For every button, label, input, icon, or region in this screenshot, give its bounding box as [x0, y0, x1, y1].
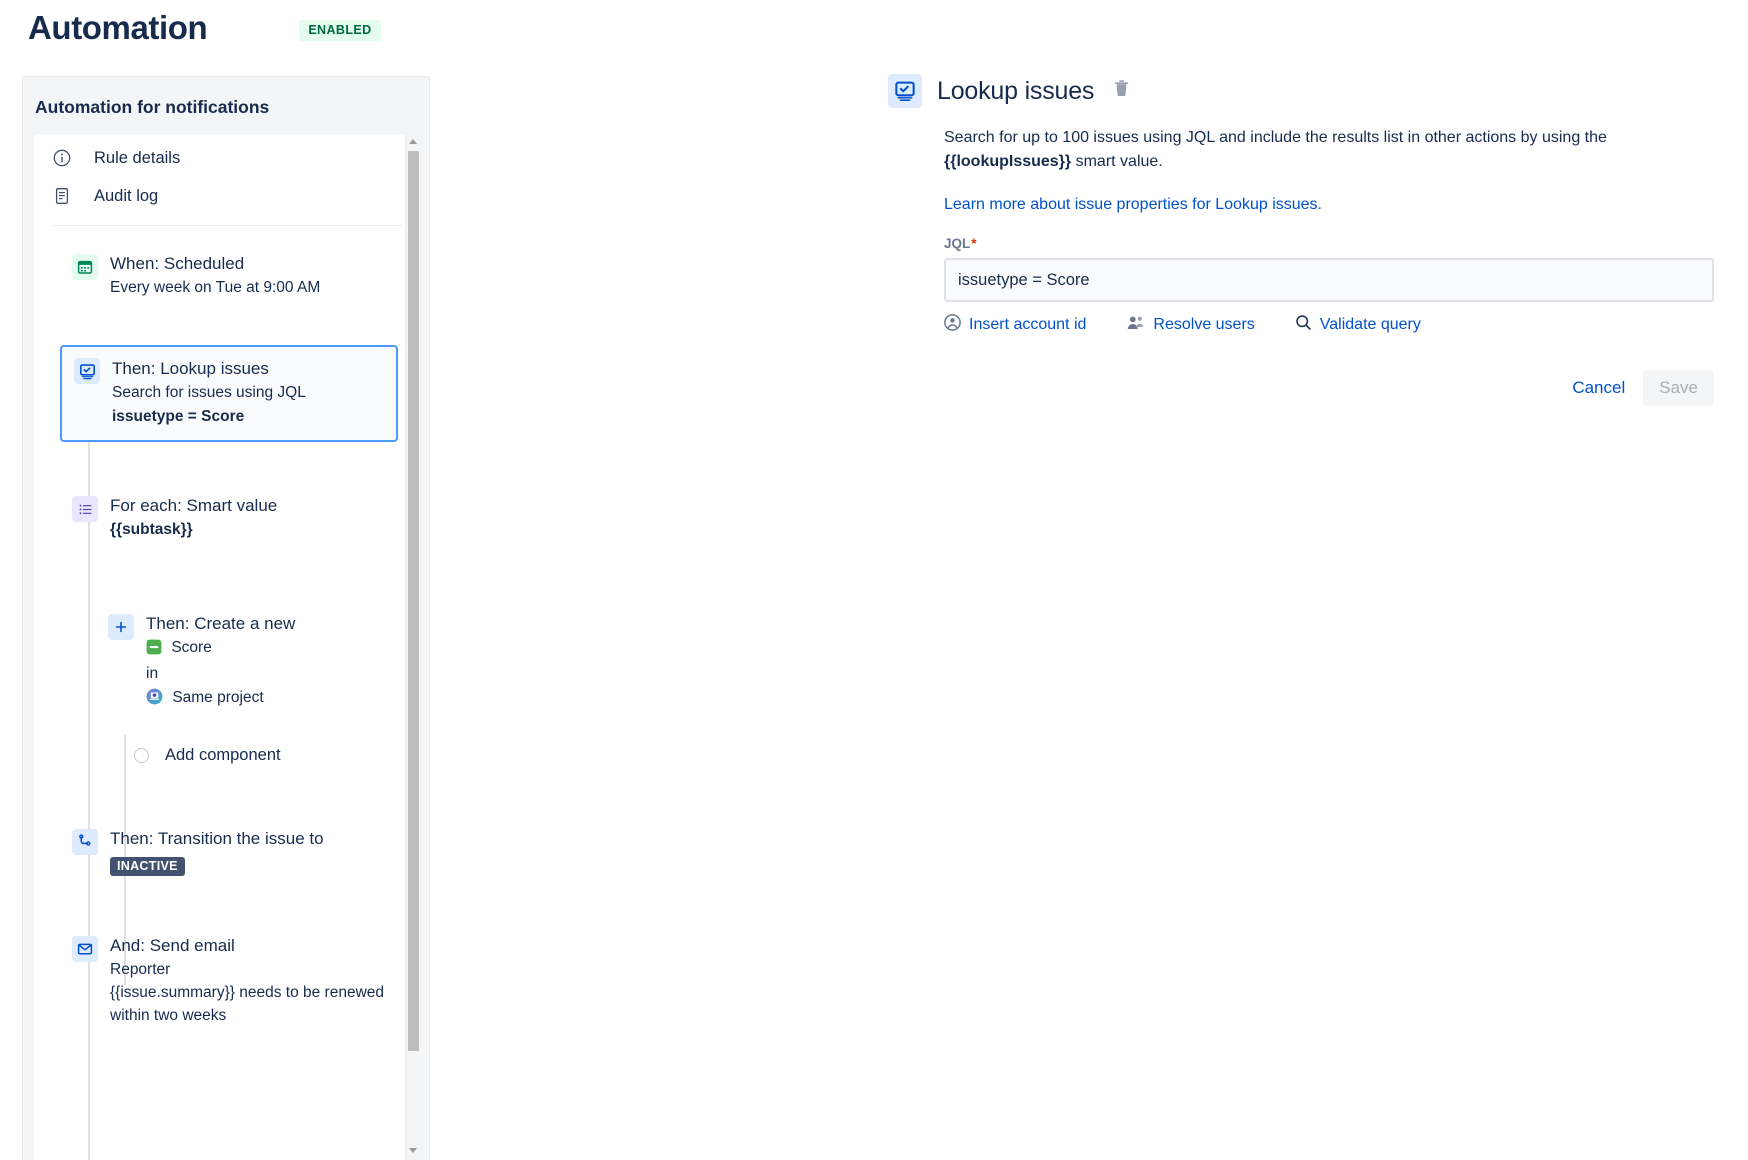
- detail-title: Lookup issues: [937, 76, 1095, 105]
- page-header: Automation ENABLED: [28, 8, 381, 48]
- detail-actions: Cancel Save: [944, 370, 1714, 406]
- rule-step-project-label: Same project: [172, 688, 264, 706]
- scroll-down-icon[interactable]: [409, 1148, 418, 1157]
- cancel-button[interactable]: Cancel: [1560, 371, 1637, 405]
- rule-panel: Automation for notifications Rule detail…: [22, 76, 430, 1160]
- jql-input[interactable]: [944, 258, 1714, 302]
- status-badge: ENABLED: [299, 20, 381, 42]
- person-icon: [944, 314, 961, 336]
- add-component-node-icon: [134, 748, 149, 764]
- validate-query-button[interactable]: Validate query: [1295, 314, 1421, 336]
- rule-step-send-email[interactable]: And: Send email Reporter {{issue.summary…: [34, 934, 420, 1027]
- status-lozenge-inactive: INACTIVE: [110, 856, 185, 876]
- rule-step-title: For each: Smart value: [110, 496, 278, 516]
- insert-account-id-button[interactable]: Insert account id: [944, 314, 1086, 336]
- calendar-icon: [72, 254, 98, 280]
- resolve-users-label: Resolve users: [1153, 316, 1255, 333]
- rule-step-recipient: Reporter: [110, 960, 171, 978]
- subtask-type-icon: [146, 639, 162, 662]
- sidebar-scrollbar[interactable]: [405, 135, 420, 1160]
- rule-step-issue-type-label: Score: [171, 638, 212, 656]
- rule-step-title: Then: Lookup issues: [112, 359, 269, 379]
- people-icon: [1126, 314, 1145, 336]
- rule-step-title: And: Send email: [110, 935, 235, 955]
- jql-field-label: JQL*: [944, 236, 1678, 251]
- detail-header: Lookup issues: [888, 74, 1678, 108]
- rule-step-transition-issue[interactable]: Then: Transition the issue to INACTIVE: [34, 827, 420, 876]
- transition-icon: [72, 829, 98, 856]
- rule-step-body: For each: Smart value {{subtask}}: [110, 494, 277, 541]
- rule-step-issue-type: Score: [146, 637, 295, 662]
- rule-step-create-a-new[interactable]: Then: Create a new Score in Same project: [70, 612, 420, 712]
- sidebar-item-label: Rule details: [94, 148, 181, 167]
- rule-step-for-each-smart-value[interactable]: For each: Smart value {{subtask}}: [34, 494, 420, 541]
- rule-panel-title: Automation for notifications: [35, 97, 270, 117]
- rule-step-subtitle: Search for issues using JQL: [112, 384, 306, 402]
- project-avatar-icon: [146, 688, 163, 712]
- save-button[interactable]: Save: [1643, 370, 1714, 406]
- jql-helper-row: Insert account id Resolve users Validate…: [944, 314, 1714, 336]
- rule-scroll-area: Rule details Audit log When: Scheduled E…: [34, 135, 420, 1160]
- detail-panel: Lookup issues Search for up to 100 issue…: [888, 74, 1714, 406]
- sidebar-divider: [52, 225, 402, 226]
- rule-step-smart-value: {{subtask}}: [110, 521, 193, 539]
- add-component-button[interactable]: Add component: [134, 746, 420, 765]
- detail-description-part1: Search for up to 100 issues using JQL an…: [944, 129, 1607, 146]
- lookup-issues-icon: [888, 74, 922, 108]
- rule-step-lookup-issues[interactable]: Then: Lookup issues Search for issues us…: [60, 345, 398, 443]
- detail-description: Search for up to 100 issues using JQL an…: [944, 126, 1678, 174]
- plus-icon: [108, 613, 134, 640]
- rule-step-body: Then: Lookup issues Search for issues us…: [112, 357, 306, 428]
- learn-more-link[interactable]: Learn more about issue properties for Lo…: [944, 196, 1678, 214]
- sidebar-item-rule-details[interactable]: Rule details: [34, 139, 420, 177]
- sidebar-item-label: Audit log: [94, 186, 159, 205]
- nested-branch: Then: Create a new Score in Same project…: [70, 612, 420, 765]
- lookup-issues-icon: [74, 358, 100, 385]
- resolve-users-button[interactable]: Resolve users: [1126, 314, 1255, 336]
- validate-query-label: Validate query: [1319, 316, 1421, 333]
- rule-step-title: Then: Transition the issue to: [110, 829, 324, 849]
- rule-step-title: Then: Create a new: [146, 613, 296, 633]
- email-icon: [72, 935, 98, 962]
- scrollbar-thumb[interactable]: [408, 151, 419, 1051]
- detail-description-smart-value: {{lookupIssues}}: [944, 153, 1072, 170]
- document-icon: [52, 186, 72, 206]
- scroll-up-icon[interactable]: [409, 139, 418, 148]
- rule-step-body: When: Scheduled Every week on Tue at 9:0…: [110, 252, 320, 299]
- rule-step-subtitle: Every week on Tue at 9:00 AM: [110, 278, 321, 296]
- rule-step-when-scheduled[interactable]: When: Scheduled Every week on Tue at 9:0…: [34, 252, 420, 299]
- trash-icon[interactable]: [1113, 79, 1130, 103]
- required-marker: *: [971, 236, 977, 251]
- info-circle-icon: [52, 148, 72, 168]
- sidebar-item-audit-log[interactable]: Audit log: [34, 177, 420, 215]
- rule-step-list: Rule details Audit log When: Scheduled E…: [34, 135, 420, 1160]
- rule-step-jql: issuetype = Score: [112, 407, 245, 425]
- jql-label-text: JQL: [944, 236, 971, 251]
- detail-description-part2: smart value.: [1071, 153, 1163, 170]
- rule-step-title: When: Scheduled: [110, 254, 245, 273]
- add-component-label: Add component: [165, 746, 281, 765]
- rule-step-project: Same project: [146, 687, 295, 712]
- automation-page: Automation ENABLED Automation for notifi…: [0, 0, 1748, 1160]
- rule-step-body: And: Send email Reporter {{issue.summary…: [110, 934, 410, 1027]
- page-title: Automation: [28, 9, 208, 46]
- rule-step-email-body: {{issue.summary}} needs to be renewed wi…: [110, 984, 385, 1024]
- search-icon: [1295, 314, 1312, 336]
- rule-step-body: Then: Transition the issue to INACTIVE: [110, 827, 324, 876]
- insert-account-id-label: Insert account id: [969, 316, 1087, 333]
- rule-step-connector: in: [146, 665, 159, 683]
- rule-step-body: Then: Create a new Score in Same project: [146, 612, 295, 712]
- list-icon: [72, 496, 98, 523]
